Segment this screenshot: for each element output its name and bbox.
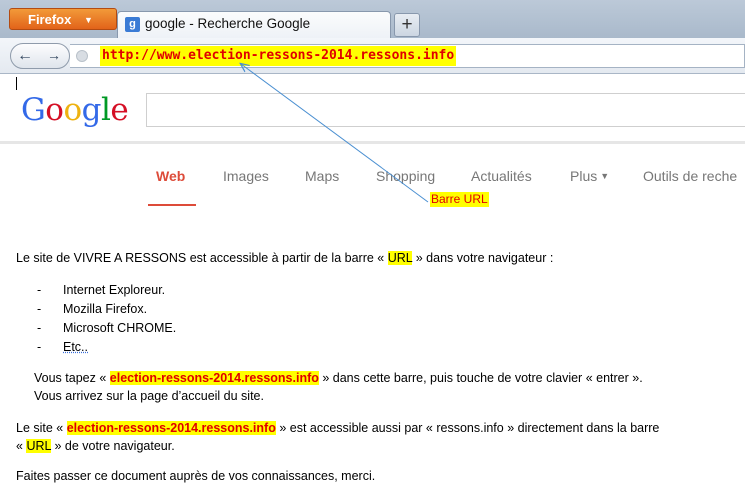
instruction-text-a: Vous tapez « (34, 371, 110, 385)
alt-text-b: » est accessible aussi par « ressons.inf… (275, 421, 660, 435)
list-item: Mozilla Firefox. (63, 302, 148, 316)
url-highlight: URL (26, 439, 51, 453)
bullet-dash: - (37, 283, 42, 297)
list-item: Internet Exploreur. (63, 283, 166, 297)
list-item: Microsoft CHROME. (63, 321, 177, 335)
bullet-dash: - (37, 340, 42, 354)
alt-text-c: « (16, 439, 27, 453)
bullet-dash: - (37, 321, 42, 335)
site-address-highlight: election-ressons-2014.ressons.info (66, 421, 276, 435)
closing-paragraph: Faites passer ce document auprès de vos … (16, 469, 376, 483)
instruction-line-2: Vous arrivez sur la page d’accueil du si… (34, 389, 264, 403)
annotation-label: Barre URL (430, 192, 489, 207)
site-address-highlight: election-ressons-2014.ressons.info (109, 371, 319, 385)
list-item: Etc.. (63, 340, 89, 354)
instruction-paragraph: Vous tapez « election-ressons-2014.resso… (34, 371, 643, 385)
alternate-access-paragraph: Le site « election-ressons-2014.ressons.… (16, 421, 659, 435)
intro-paragraph: Le site de VIVRE A RESSONS est accessibl… (16, 251, 553, 265)
alternate-access-line-2: « URL » de votre navigateur. (16, 439, 175, 453)
url-highlight: URL (387, 251, 413, 265)
intro-text-b: » dans votre navigateur : (412, 251, 554, 265)
alt-text-d: » de votre navigateur. (50, 439, 175, 453)
alt-text-a: Le site « (16, 421, 67, 435)
instruction-text-b: » dans cette barre, puis touche de votre… (318, 371, 643, 385)
bullet-dash: - (37, 302, 42, 316)
intro-text-a: Le site de VIVRE A RESSONS est accessibl… (16, 251, 388, 265)
